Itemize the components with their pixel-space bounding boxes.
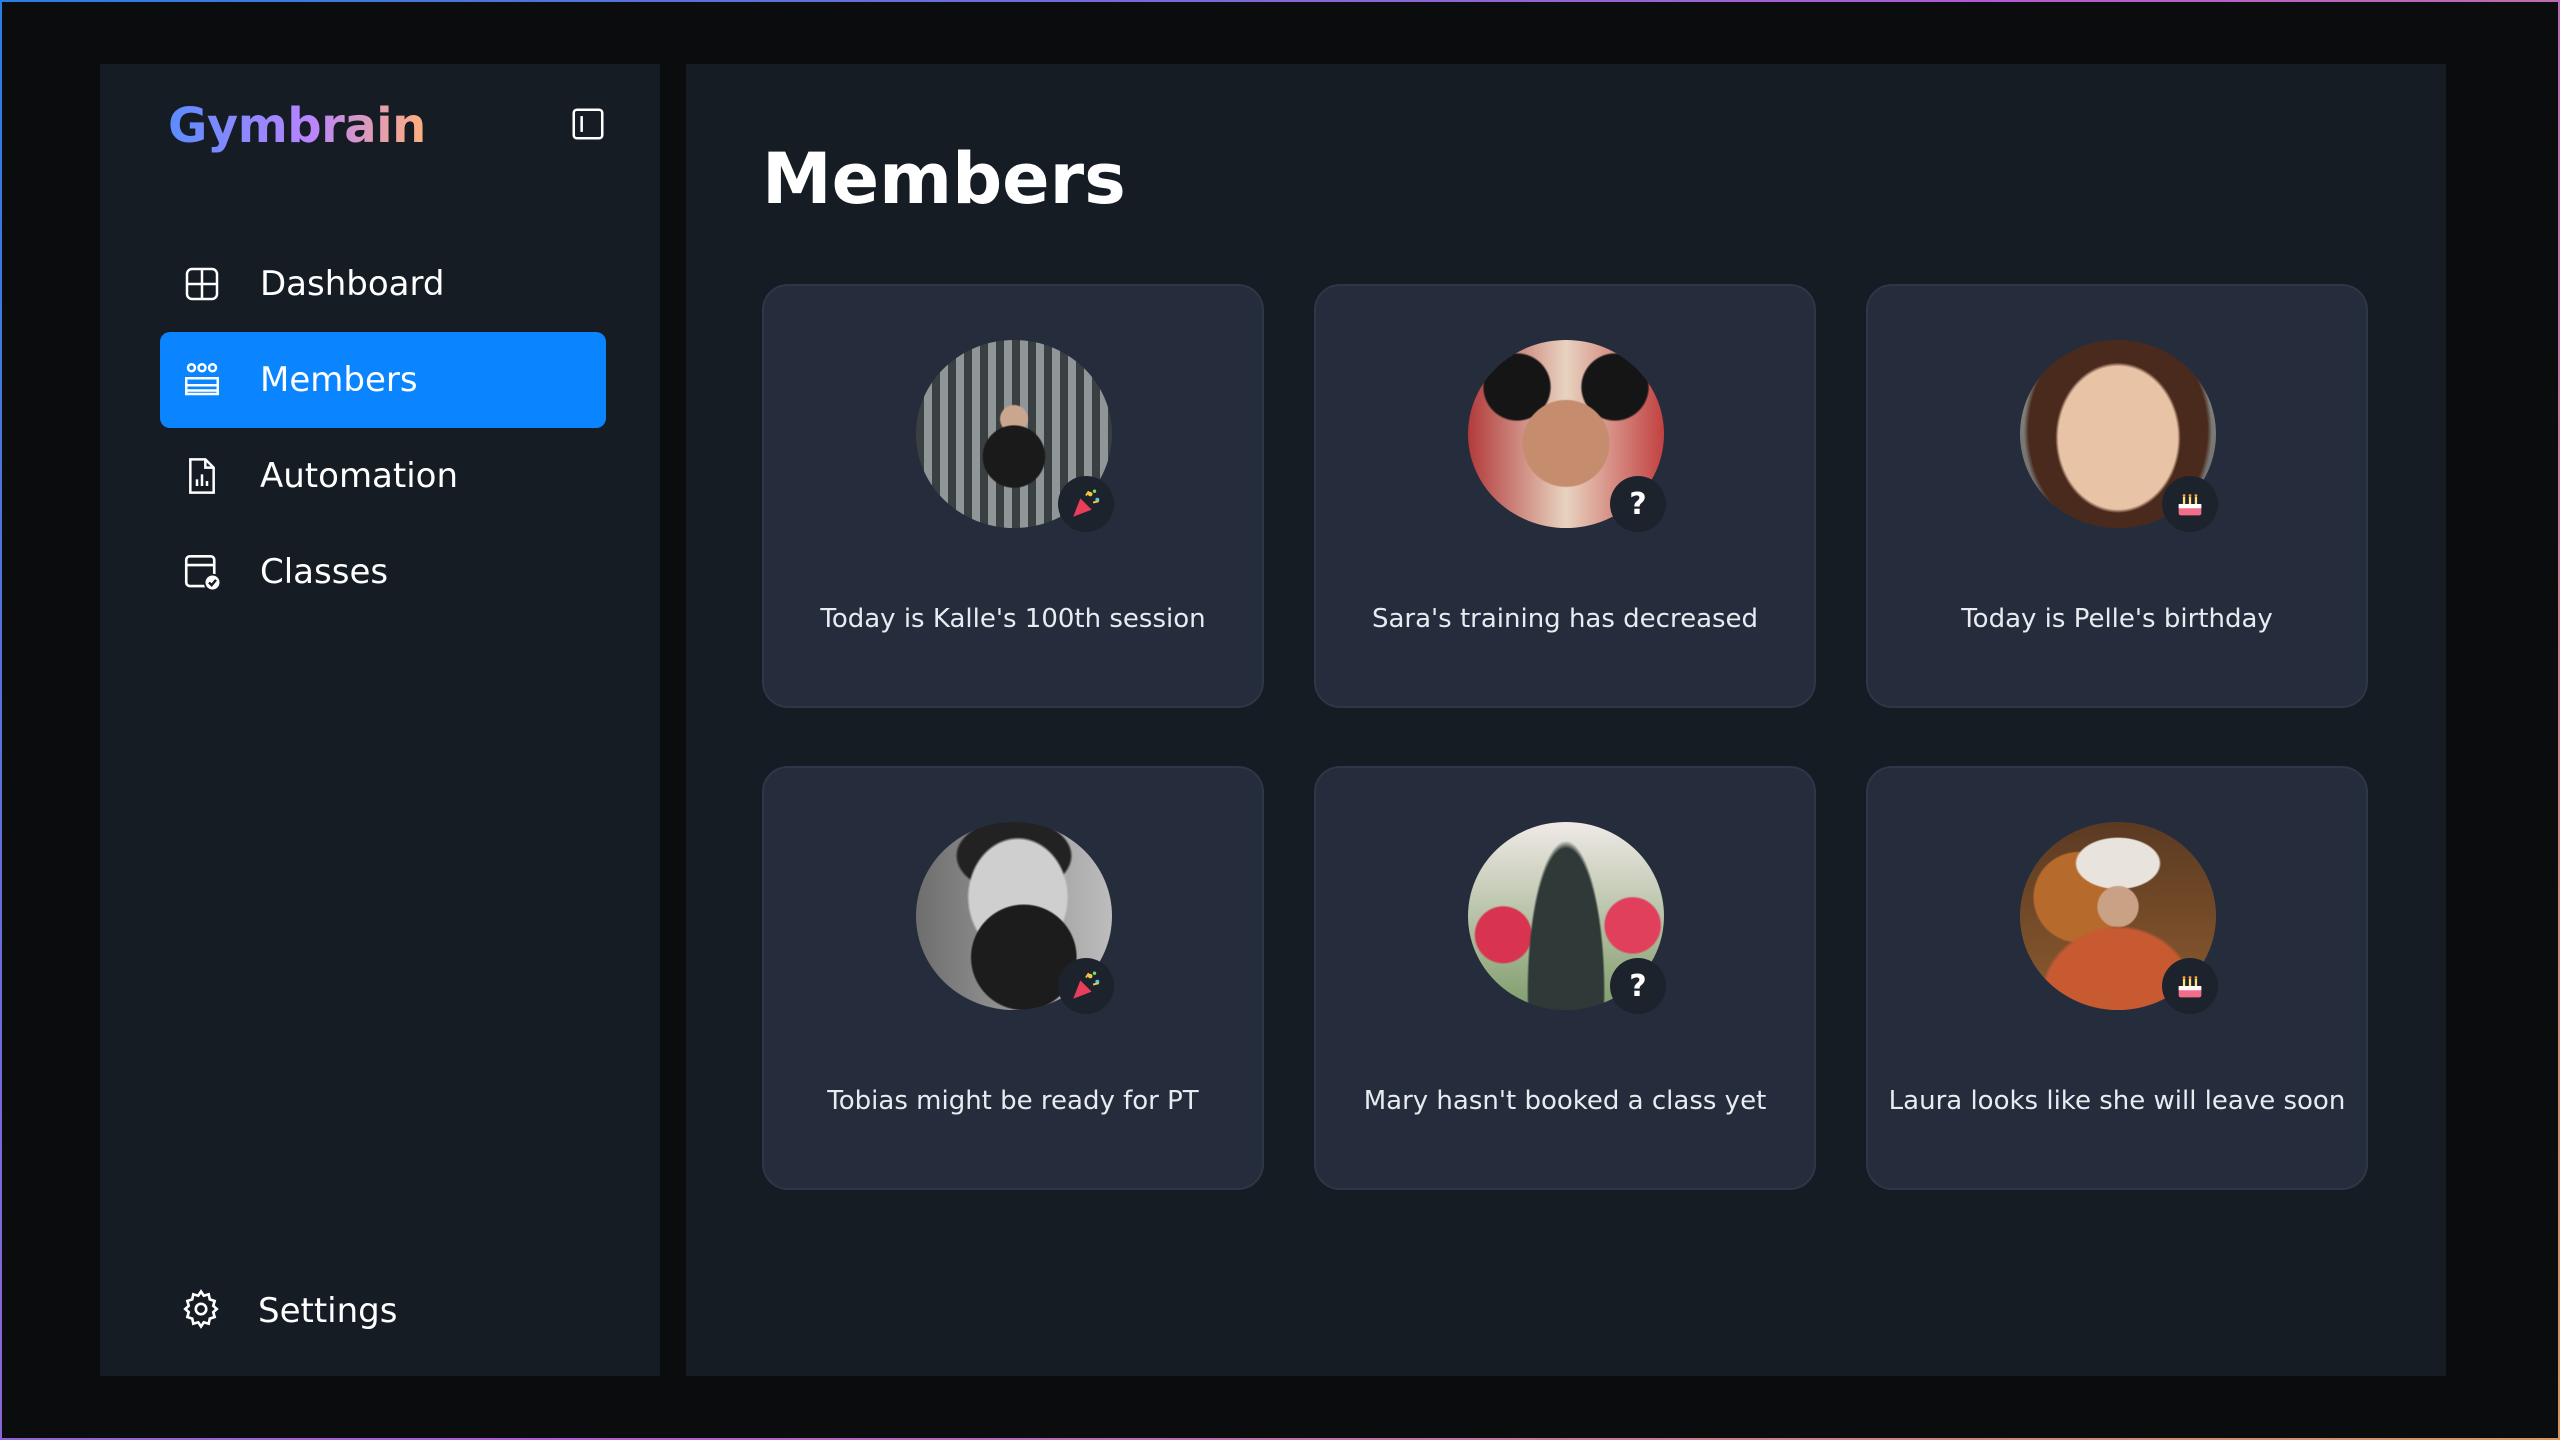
card-message: Today is Kalle's 100th session [820,604,1206,634]
card-message: Laura looks like she will leave soon [1888,1086,2346,1116]
calendar-check-icon [180,550,224,594]
report-icon [180,454,224,498]
main-content: Members Today is Kalle's 100th session ?… [686,64,2446,1376]
party-popper-icon [1058,958,1114,1014]
sidebar-nav: Dashboard Members Automation Classes [160,236,606,620]
page-title: Members [762,138,1126,220]
avatar [916,340,1114,532]
members-icon [180,358,224,402]
member-card[interactable]: Today is Pelle's birthday [1866,284,2368,708]
grid-icon [180,262,224,306]
app-logo: Gymbrain [168,98,426,154]
sidebar-item-settings[interactable]: Settings [180,1288,397,1334]
question-icon: ? [1610,958,1666,1014]
sidebar-item-dashboard[interactable]: Dashboard [160,236,606,332]
member-card[interactable]: Laura looks like she will leave soon [1866,766,2368,1190]
settings-label: Settings [258,1291,398,1331]
gear-icon [180,1288,222,1334]
avatar [916,822,1114,1014]
sidebar-item-automation[interactable]: Automation [160,428,606,524]
sidebar-item-label: Dashboard [260,264,445,304]
birthday-cake-icon [2162,476,2218,532]
sidebar-item-label: Members [260,360,418,400]
sidebar-item-members[interactable]: Members [160,332,606,428]
avatar [2020,822,2218,1014]
sidebar-collapse-button[interactable] [568,104,608,144]
sidebar-item-classes[interactable]: Classes [160,524,606,620]
card-message: Mary hasn't booked a class yet [1363,1086,1767,1116]
member-card[interactable]: ? Sara's training has decreased [1314,284,1816,708]
member-card[interactable]: Tobias might be ready for PT [762,766,1264,1190]
avatar: ? [1468,340,1666,532]
sidebar-item-label: Classes [260,552,389,592]
card-message: Tobias might be ready for PT [827,1086,1199,1116]
party-popper-icon [1058,476,1114,532]
sidebar: Gymbrain Dashboard Members Automation Cl… [100,64,660,1376]
card-message: Today is Pelle's birthday [1961,604,2273,634]
member-card[interactable]: ? Mary hasn't booked a class yet [1314,766,1816,1190]
card-message: Sara's training has decreased [1371,604,1759,634]
avatar [2020,340,2218,532]
question-icon: ? [1610,476,1666,532]
member-card[interactable]: Today is Kalle's 100th session [762,284,1264,708]
member-cards-grid: Today is Kalle's 100th session ? Sara's … [762,284,2368,1190]
sidebar-toggle-icon [572,108,604,140]
sidebar-item-label: Automation [260,456,459,496]
birthday-cake-icon [2162,958,2218,1014]
avatar: ? [1468,822,1666,1014]
